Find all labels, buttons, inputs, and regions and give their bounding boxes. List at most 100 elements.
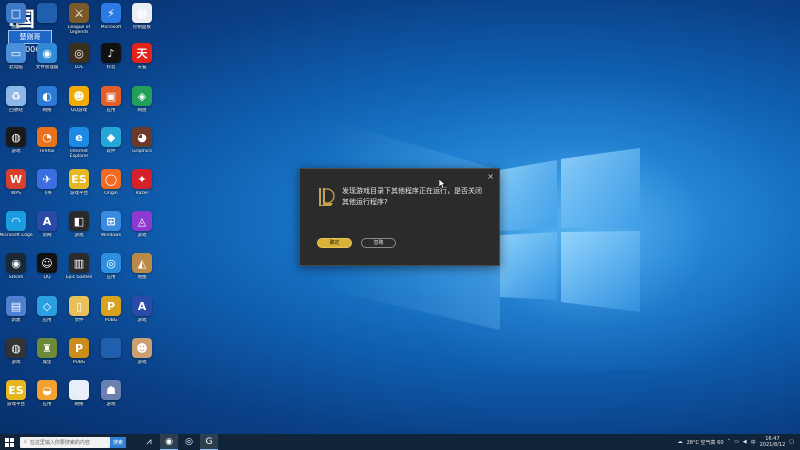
desktop-icon[interactable]: ⚡ Microsoft (95, 3, 127, 43)
desktop-icon[interactable]: ♻ 回收站 (0, 86, 32, 126)
desktop-icon-label: 文件 (74, 318, 84, 323)
desktop-icon[interactable]: ◬ 游戏 (126, 211, 158, 251)
taskbar-app-chart[interactable]: ⩘ (140, 434, 158, 450)
app-icon: ◆ (101, 127, 121, 147)
desktop-icon-label: 天猫 (137, 65, 147, 70)
desktop-icon-label: 回收站 (9, 108, 23, 113)
desktop-icon-label: League of Legends (67, 25, 91, 35)
desktop-icon[interactable]: 天天猫 (126, 43, 158, 83)
app-icon: ◈ (132, 86, 152, 106)
app-icon: ◐ (37, 86, 57, 106)
ignore-button[interactable]: 忽略 (361, 238, 396, 248)
desktop-icon[interactable]: ◔ Firefox (31, 127, 63, 167)
network-icon[interactable]: ▭ (734, 439, 739, 445)
desktop-icon[interactable]: ◆ 软件 (95, 127, 127, 167)
desktop-icon[interactable]: ◍ 游戏 (0, 127, 32, 167)
desktop-icon[interactable]: ▭ 此电脑 (0, 43, 32, 83)
start-button[interactable] (0, 434, 18, 450)
app-icon: ⚔ (69, 3, 89, 23)
desktop-icon[interactable]: ◉ Steam (0, 253, 32, 293)
desktop-icon[interactable]: e Internet Explorer (63, 127, 95, 167)
taskbar-search-input[interactable]: ⌕ 在这里输入你要搜索的内容 (20, 436, 110, 448)
desktop-icon-label: 控制面板 (133, 25, 151, 30)
desktop-icon[interactable]: ▣ 应用 (95, 86, 127, 126)
ime-icon[interactable]: 中 (751, 439, 756, 446)
desktop-icon[interactable]: ◌ 网络 (63, 380, 95, 420)
desktop-icon[interactable]: ♪ 抖音 (95, 43, 127, 83)
desktop-icon[interactable]: ◯ Origin (95, 169, 127, 209)
desktop-icon[interactable]: ◕ Graphics (126, 127, 158, 167)
desktop-icon[interactable]: ☻ QQ游戏 (63, 86, 95, 126)
desktop-icon-label: 文件管理器 (35, 65, 59, 70)
taskbar-apps: ⩘ ◉ ◎ G (140, 434, 218, 450)
app-icon: W (6, 169, 26, 189)
desktop-icon[interactable]: ✈ 飞书 (31, 169, 63, 209)
ok-button[interactable]: 确定 (317, 238, 352, 248)
clock[interactable]: 16:47 2021/8/12 (760, 436, 786, 448)
app-icon: ☻ (132, 338, 152, 358)
desktop-icon[interactable]: ◧ 游戏 (63, 211, 95, 251)
desktop-icon[interactable]: ▤ 新建 (0, 296, 32, 336)
desktop-icon[interactable]: ◈ 网盘 (126, 86, 158, 126)
desktop-icon[interactable]: P PUBG (63, 338, 95, 378)
desktop-icon[interactable]: ♜ 城堡 (31, 338, 63, 378)
desktop-icon[interactable]: ☻ 游戏 (126, 338, 158, 378)
desktop-icon-label: 游戏 (106, 402, 116, 407)
desktop-icon-label: 游戏 (137, 360, 147, 365)
desktop-icon[interactable]: P PUBG (95, 296, 127, 336)
desktop-icon[interactable]: A 游戏 (126, 296, 158, 336)
desktop-icon[interactable]: ◭ 地图 (126, 253, 158, 293)
taskbar-search-button[interactable]: 搜索 (110, 436, 126, 448)
desktop-icon[interactable]: ES 游戏平台 (63, 169, 95, 209)
app-icon: ⊞ (101, 211, 121, 231)
desktop-icon[interactable]: ☺ QQ (31, 253, 63, 293)
desktop-icon[interactable]: W WPS (0, 169, 32, 209)
desktop-icon-label: LOL (74, 65, 84, 70)
desktop-icon[interactable]: ⊞ Windows (95, 211, 127, 251)
desktop-icon[interactable]: ◒ 应用 (31, 380, 63, 420)
close-icon[interactable]: × (487, 172, 494, 181)
desktop-icon[interactable] (31, 3, 63, 43)
desktop-icon[interactable]: ES 游戏平台 (0, 380, 32, 420)
desktop-icon-label: Razer (135, 191, 149, 196)
confirm-dialog: × 发现游戏目录下其他程序正在运行，是否关闭其他运行程序? 确定 忽略 (299, 168, 500, 266)
chevron-up-icon[interactable]: ˄ (728, 439, 731, 445)
taskbar-app-steam[interactable]: ◉ (160, 434, 178, 450)
desktop-icon-label: 剑网 (42, 233, 52, 238)
desktop-icon[interactable]: A 剑网 (31, 211, 63, 251)
taskbar-app-lol[interactable]: G (200, 434, 218, 450)
desktop-icon[interactable]: ◍ 游戏 (0, 338, 32, 378)
desktop-icon[interactable]: ✦ Razer (126, 169, 158, 209)
desktop-icon[interactable]: ▥ Epic Games (63, 253, 95, 293)
weather-text[interactable]: 28°C 空气高 60 (687, 439, 724, 446)
windows-start-icon (4, 437, 14, 447)
notification-icon[interactable]: ▢ (789, 439, 794, 445)
search-placeholder: 在这里输入你要搜索的内容 (29, 439, 90, 446)
app-icon (101, 338, 121, 358)
search-icon: ⌕ (24, 439, 27, 445)
desktop-icon-label: 游戏平台 (7, 402, 25, 407)
desktop-icon[interactable]: ◇ 应用 (31, 296, 63, 336)
app-icon: ☻ (69, 86, 89, 106)
desktop-icon[interactable]: ◎ LOL (63, 43, 95, 83)
desktop-icon[interactable]: □ 图标 (0, 3, 32, 43)
desktop-icon-label: 网络 (42, 108, 52, 113)
desktop-icon[interactable]: ▦ 控制面板 (126, 3, 158, 43)
app-icon: P (69, 338, 89, 358)
desktop-icon[interactable]: ▯ 文件 (63, 296, 95, 336)
desktop-icon[interactable] (95, 338, 127, 378)
desktop-icon-label: QQ游戏 (70, 108, 88, 113)
desktop-icon[interactable]: ◎ 应用 (95, 253, 127, 293)
taskbar-app-origin[interactable]: ◎ (180, 434, 198, 450)
desktop-icon[interactable]: ☗ 游戏 (95, 380, 127, 420)
app-icon: ♪ (101, 43, 121, 63)
desktop-icon-label: PUBG (104, 318, 118, 323)
desktop-icon[interactable]: ◐ 网络 (31, 86, 63, 126)
app-icon: ES (69, 169, 89, 189)
volume-icon[interactable]: ◀ (743, 439, 747, 445)
desktop-icon[interactable]: ◠ Microsoft Edge (0, 211, 33, 251)
desktop-icon[interactable]: ⚔ League of Legends (63, 3, 95, 43)
desktop-icon[interactable]: ◉ 文件管理器 (31, 43, 63, 83)
app-icon: ◎ (69, 43, 89, 63)
system-tray: ☁ 28°C 空气高 60 ˄ ▭ ◀ 中 16:47 2021/8/12 ▢ (678, 436, 800, 448)
